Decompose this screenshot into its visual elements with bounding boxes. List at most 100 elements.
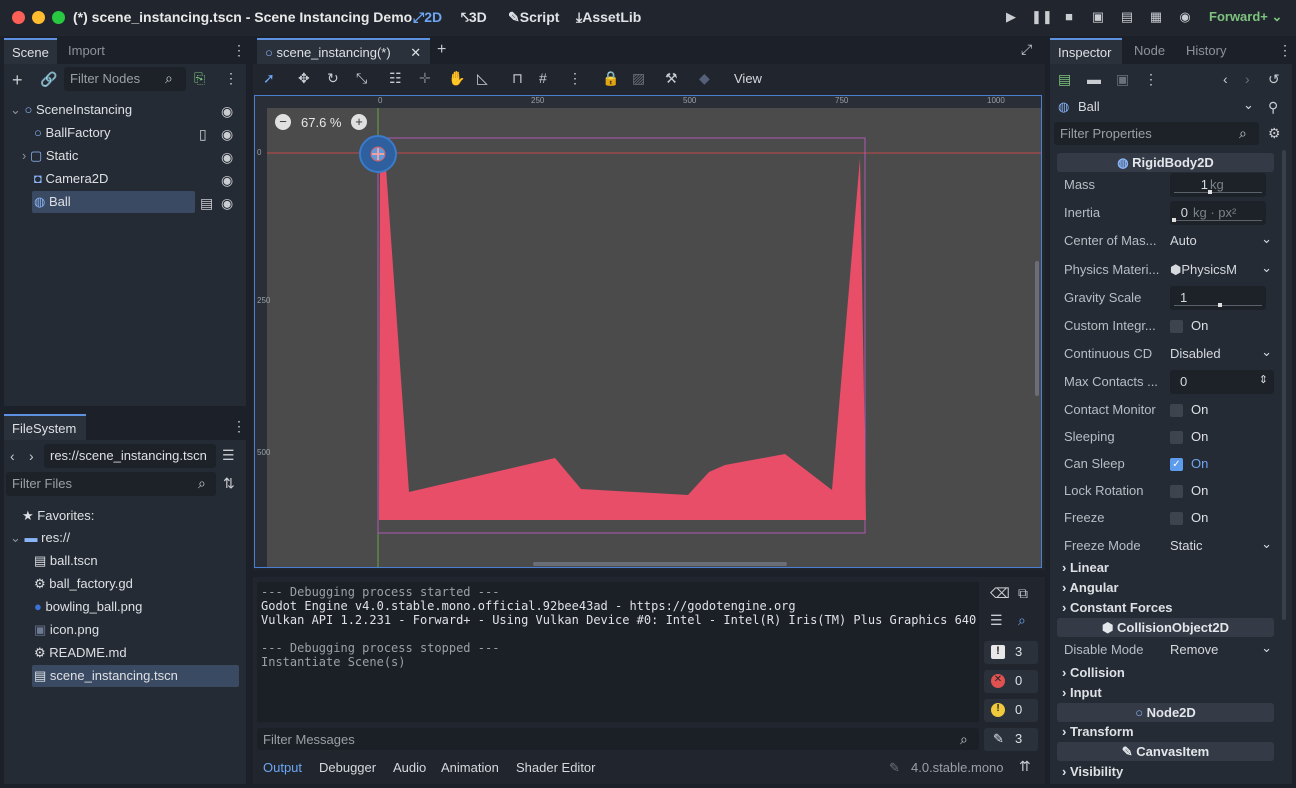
errors-filter-toggle[interactable]: ✕ 0 xyxy=(984,670,1038,693)
back-icon[interactable]: ‹ xyxy=(10,448,15,464)
bone-icon[interactable]: ⚒ xyxy=(665,70,678,87)
play-icon[interactable]: ▶ xyxy=(1002,9,1020,25)
collapse-icon[interactable]: ☰ xyxy=(990,612,1003,629)
group-input[interactable]: › Input xyxy=(1062,685,1102,700)
visibility-eye-icon[interactable]: ◉ xyxy=(221,126,233,143)
play-scene-icon[interactable]: ▤ xyxy=(1118,9,1136,25)
group-constant-forces[interactable]: › Constant Forces xyxy=(1062,600,1173,615)
list-item[interactable]: ⌄ ▬ res:// xyxy=(10,527,70,549)
dock-menu-icon[interactable]: ⋮ xyxy=(232,42,246,59)
list-item[interactable]: ⚙ README.md xyxy=(34,642,127,664)
instance-scene-icon[interactable]: ⎘ xyxy=(194,70,205,87)
tree-item-static[interactable]: › ▢ Static xyxy=(22,145,240,167)
group-visibility[interactable]: › Visibility xyxy=(1062,764,1123,779)
renderer-select[interactable]: Forward+ ⌄ xyxy=(1209,9,1282,25)
close-window-button[interactable] xyxy=(12,11,25,24)
group-angular[interactable]: › Angular xyxy=(1062,580,1119,595)
contact-monitor-checkbox[interactable] xyxy=(1170,404,1183,417)
freeze-checkbox[interactable] xyxy=(1170,512,1183,525)
dock-menu-icon[interactable]: ⋮ xyxy=(1278,42,1292,59)
group-linear[interactable]: › Linear xyxy=(1062,560,1109,575)
filter-files-input[interactable]: Filter Files xyxy=(6,472,216,496)
maximize-window-button[interactable] xyxy=(52,11,65,24)
vertical-scrollbar[interactable] xyxy=(1035,261,1039,396)
extra-options-icon[interactable]: ⋮ xyxy=(1144,71,1158,88)
move-mode-icon[interactable]: ✥ xyxy=(298,70,310,87)
property-options-icon[interactable]: ⚙ xyxy=(1268,125,1281,142)
tab-filesystem[interactable]: FileSystem xyxy=(4,414,86,440)
visibility-eye-icon[interactable]: ◉ xyxy=(221,172,233,189)
zoom-out-button[interactable]: − xyxy=(275,114,291,130)
zoom-in-button[interactable]: + xyxy=(351,114,367,130)
visibility-eye-icon[interactable]: ◉ xyxy=(221,195,233,212)
add-node-icon[interactable]: + xyxy=(12,70,23,91)
distraction-free-icon[interactable]: ⤢ xyxy=(1021,41,1032,58)
custom-integrator-checkbox[interactable] xyxy=(1170,320,1183,333)
stop-icon[interactable]: ■ xyxy=(1060,9,1078,25)
sleeping-checkbox[interactable] xyxy=(1170,431,1183,444)
canvas-viewport[interactable]: 0 250 500 750 1000 0 250 500 − 67.6 % + xyxy=(254,95,1042,568)
script-attached-icon[interactable]: ▯ xyxy=(199,126,207,143)
center-of-mass-select[interactable]: Auto ⌄ xyxy=(1170,231,1274,248)
group-collision[interactable]: › Collision xyxy=(1062,665,1125,680)
continuous-cd-select[interactable]: Disabled ⌄ xyxy=(1170,344,1274,361)
list-item[interactable]: ⚙ ball_factory.gd xyxy=(34,573,133,595)
tab-output[interactable]: Output xyxy=(263,760,302,775)
horizontal-scrollbar[interactable] xyxy=(533,562,787,566)
sort-icon[interactable]: ⇅ xyxy=(223,475,235,492)
open-folder-icon[interactable]: ▬ xyxy=(1087,71,1101,87)
workspace-2d-button[interactable]: ⤢2D xyxy=(413,9,442,26)
tab-animation[interactable]: Animation xyxy=(441,760,499,775)
dock-menu-icon[interactable]: ⋮ xyxy=(232,418,246,435)
max-contacts-spinbox[interactable]: 0 ⇕ xyxy=(1170,370,1274,394)
select-mode-icon[interactable]: ➚ xyxy=(263,70,275,87)
scale-mode-icon[interactable]: ⤡ xyxy=(356,70,367,87)
link-icon[interactable]: 🔗 xyxy=(40,71,57,88)
tab-scene-instancing[interactable]: ○ scene_instancing(*) ✕ xyxy=(257,38,430,64)
physics-material-picker[interactable]: ⬢PhysicsM ⌄ xyxy=(1170,260,1274,278)
split-view-icon[interactable]: ☰ xyxy=(222,447,235,464)
back-icon[interactable]: ‹ xyxy=(1223,71,1228,87)
history-icon[interactable]: ↺ xyxy=(1268,71,1280,88)
output-log[interactable]: --- Debugging process started --- Godot … xyxy=(257,582,979,722)
list-item[interactable]: ▤ scene_instancing.tscn xyxy=(32,665,239,687)
tree-item-sceneinstancing[interactable]: ⌄ ○ SceneInstancing xyxy=(10,99,240,121)
zoom-level[interactable]: 67.6 % xyxy=(301,115,341,130)
snap-options-icon[interactable]: ⋮ xyxy=(568,70,582,87)
open-instance-icon[interactable]: ▤ xyxy=(200,195,213,212)
mass-field[interactable]: 1 kg xyxy=(1170,173,1266,197)
pan-mode-icon[interactable]: ✋ xyxy=(448,70,465,87)
view-menu[interactable]: View xyxy=(734,71,762,86)
rotate-mode-icon[interactable]: ↻ xyxy=(327,70,339,87)
tree-item-ballfactory[interactable]: ○ BallFactory xyxy=(34,122,240,144)
play-custom-scene-icon[interactable]: ▦ xyxy=(1147,9,1165,25)
tab-shader-editor[interactable]: Shader Editor xyxy=(516,760,596,775)
filter-properties-input[interactable]: Filter Properties xyxy=(1054,122,1259,145)
minimize-window-button[interactable] xyxy=(32,11,45,24)
add-tab-icon[interactable]: + xyxy=(437,41,446,59)
search-icon[interactable]: ⌕ xyxy=(1018,612,1026,629)
grid-snap-icon[interactable]: # xyxy=(539,70,547,86)
path-field[interactable]: res://scene_instancing.tscn xyxy=(44,444,216,468)
group-transform[interactable]: › Transform xyxy=(1062,724,1134,739)
copy-icon[interactable]: ⧉ xyxy=(1018,585,1028,602)
list-item[interactable]: ▤ ball.tscn xyxy=(34,550,98,572)
camera-override-icon[interactable]: ◆ xyxy=(699,70,710,87)
list-select-icon[interactable]: ☷ xyxy=(389,70,402,87)
visibility-eye-icon[interactable]: ◉ xyxy=(221,149,233,166)
editor-messages-filter-toggle[interactable]: ✎ 3 xyxy=(984,728,1038,751)
workspace-assetlib-button[interactable]: ⤓AssetLib xyxy=(576,9,641,26)
tab-scene[interactable]: Scene xyxy=(4,38,57,64)
tab-inspector[interactable]: Inspector xyxy=(1050,38,1122,64)
workspace-3d-button[interactable]: ⤣3D xyxy=(461,9,487,26)
remote-debug-icon[interactable]: ▣ xyxy=(1089,9,1107,25)
pivot-icon[interactable]: ✛ xyxy=(419,70,431,87)
gravity-scale-field[interactable]: 1 xyxy=(1170,286,1266,310)
movie-maker-icon[interactable]: ◉ xyxy=(1176,9,1194,25)
group-icon[interactable]: ▨ xyxy=(632,70,645,87)
forward-icon[interactable]: › xyxy=(29,448,34,464)
messages-filter-toggle[interactable]: ! 3 xyxy=(984,641,1038,664)
new-resource-icon[interactable]: ▤ xyxy=(1058,71,1071,88)
smart-snap-icon[interactable]: ⊓ xyxy=(512,70,523,87)
freeze-mode-select[interactable]: Static ⌄ xyxy=(1170,536,1274,553)
